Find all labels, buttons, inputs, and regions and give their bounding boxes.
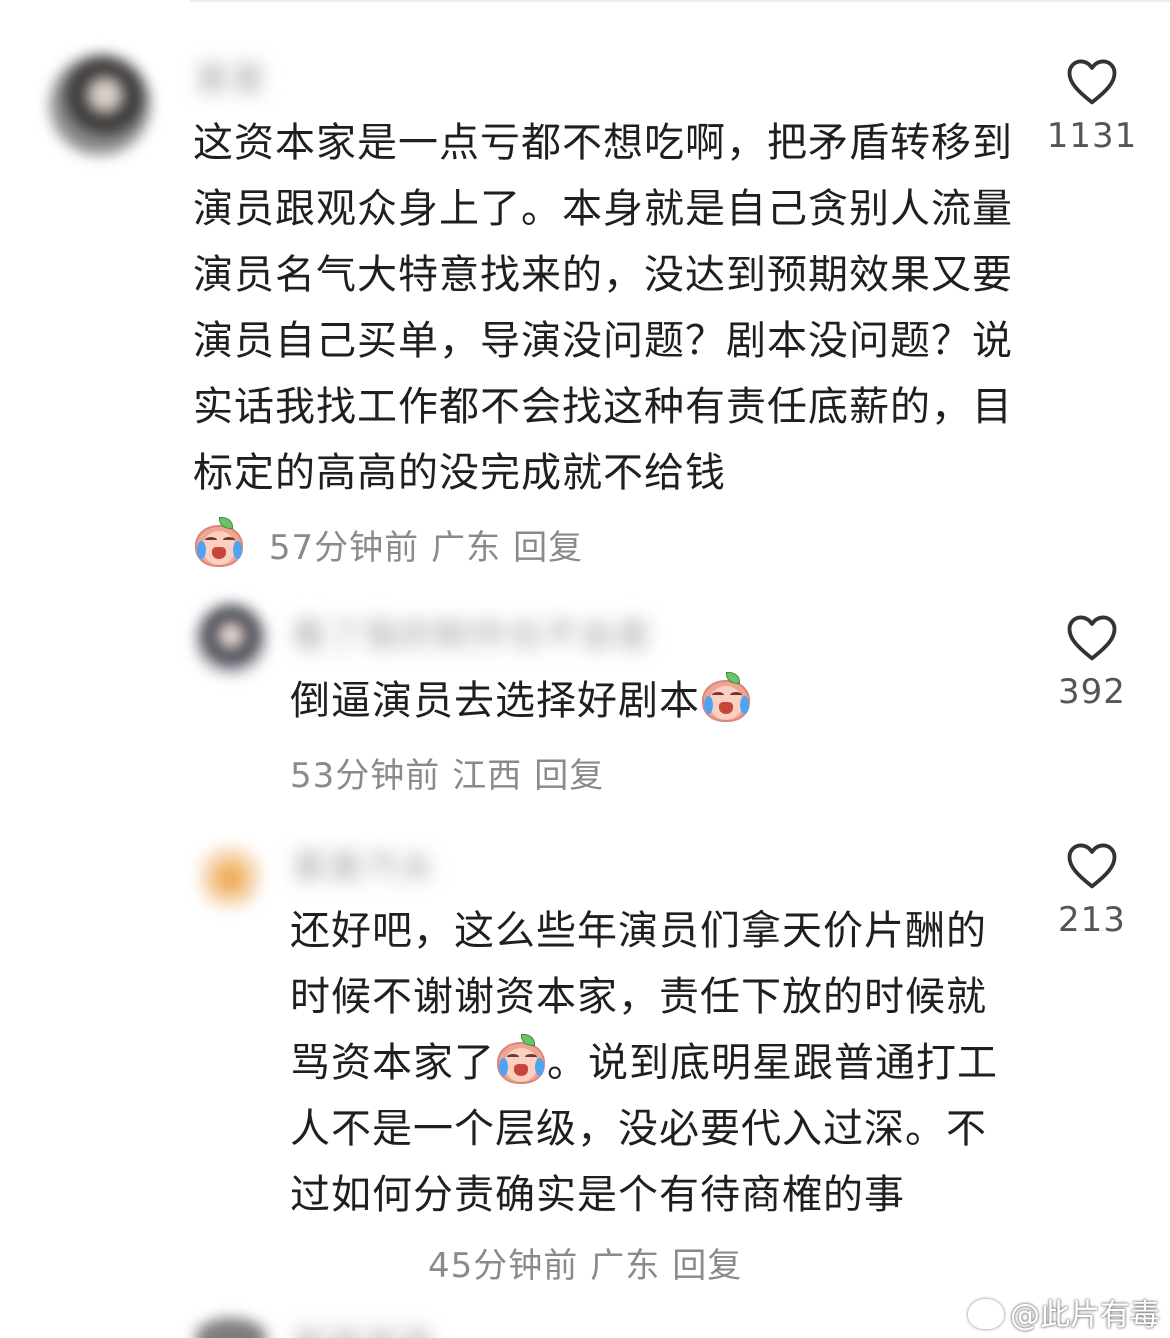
username[interactable]: 看了我的制作也不会是 <box>292 608 652 657</box>
comment-text: 还好吧，这么些年演员们拿天价片酬的时候不谢谢资本家，责任下放的时候就骂资本家了 … <box>290 898 1000 1228</box>
comment-time: 57分钟前 <box>268 528 420 568</box>
crying-peach-emoji-icon <box>495 1034 547 1084</box>
comment-location: 广东 <box>590 1246 661 1286</box>
avatar[interactable] <box>200 835 260 907</box>
weibo-logo-icon <box>968 1299 1004 1329</box>
username[interactable]: 某某 <box>195 52 267 101</box>
reply-button[interactable]: 回复 <box>672 1246 742 1286</box>
like-count: 1131 <box>1046 116 1138 156</box>
username[interactable]: 某某某某 <box>292 1318 436 1338</box>
comment-location: 广东 <box>431 528 502 568</box>
comment-text-body: 倒逼演员去选择好剧本 <box>290 678 700 724</box>
like-button[interactable]: 213 <box>1032 840 1152 940</box>
heart-outline-icon[interactable] <box>1065 56 1119 106</box>
username[interactable]: 某某汽水 <box>292 840 436 889</box>
comment-time: 45分钟前 <box>428 1246 579 1286</box>
avatar[interactable] <box>50 55 150 155</box>
like-button[interactable]: 1131 <box>1032 56 1152 156</box>
like-button[interactable]: 392 <box>1032 612 1152 712</box>
heart-outline-icon[interactable] <box>1065 612 1119 662</box>
comment-location: 江西 <box>452 756 523 796</box>
avatar[interactable] <box>195 603 267 675</box>
like-count: 392 <box>1058 672 1126 712</box>
reply-button[interactable]: 回复 <box>534 756 604 796</box>
crying-peach-emoji-icon <box>193 517 245 567</box>
reply-button[interactable]: 回复 <box>513 528 583 568</box>
top-divider <box>190 0 1170 2</box>
comment-meta: 57分钟前 广东 回复 <box>193 517 595 569</box>
like-count: 213 <box>1058 900 1126 940</box>
crying-peach-emoji-icon <box>700 672 752 722</box>
comment-text: 倒逼演员去选择好剧本 <box>290 668 850 734</box>
comment-meta: 53分钟前 江西 回复 <box>290 748 616 797</box>
heart-outline-icon[interactable] <box>1065 840 1119 890</box>
avatar[interactable] <box>195 1318 267 1338</box>
watermark: @此片有毒 <box>968 1290 1160 1334</box>
comment-text: 这资本家是一点亏都不想吃啊，把矛盾转移到演员跟观众身上了。本身就是自己贪别人流量… <box>193 120 1013 496</box>
comment-meta: 45分钟前 广东 回复 <box>428 1238 754 1287</box>
comment-time: 53分钟前 <box>290 756 441 796</box>
watermark-text: @此片有毒 <box>1010 1298 1160 1333</box>
